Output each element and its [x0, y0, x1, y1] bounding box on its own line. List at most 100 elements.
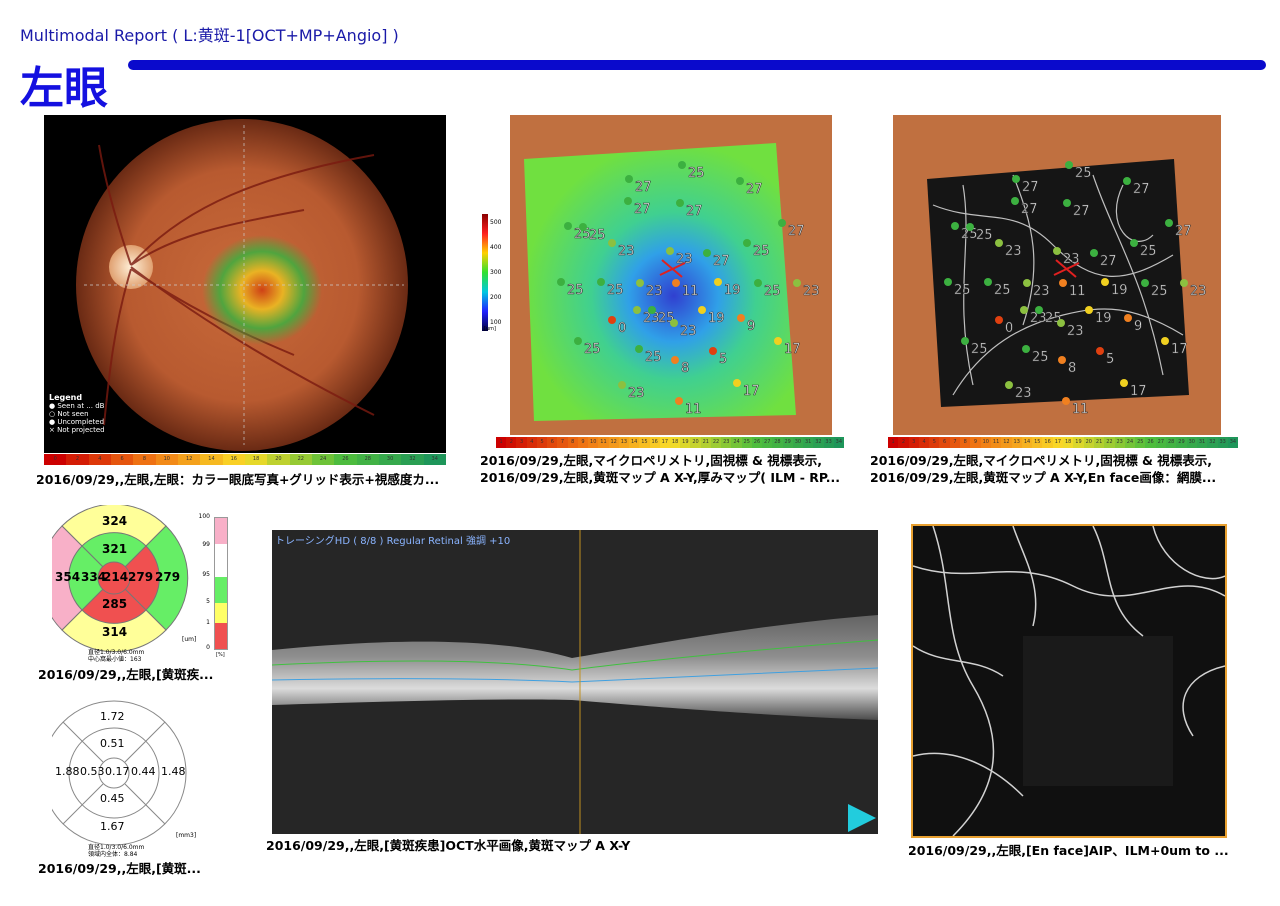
- perimetry-value: 25: [994, 283, 1011, 298]
- perimetry-value: 25: [1151, 284, 1168, 299]
- scale-cell: 1: [496, 437, 507, 448]
- scale-cell: 10: [588, 437, 599, 448]
- fundus-caption: 2016/09/29,,左眼,左眼：カラー眼底写真+グリッド表示+視感度カ...: [36, 472, 440, 487]
- vol-inner-bottom: 0.45: [100, 792, 125, 805]
- scale-cell: 21: [700, 437, 711, 448]
- scale-cell: 24: [731, 437, 742, 448]
- perimetry-value: 27: [634, 202, 651, 217]
- scale-cell: 23: [1114, 437, 1125, 448]
- oct-bscan-panel[interactable]: トレーシングHD ( 8/8 ) Regular Retinal 強調 +10: [272, 530, 878, 834]
- fundus-panel[interactable]: Legend ● Seen at ... dB ○ Not seen ● Unc…: [44, 115, 446, 453]
- scale-cell: 28: [772, 437, 783, 448]
- thickness-etdrs-caption: 2016/09/29,,左眼,[黄斑疾...: [38, 667, 214, 682]
- scale-cell: 8: [960, 437, 971, 448]
- scale-cell: 15: [639, 437, 650, 448]
- scale-cell: 23: [721, 437, 732, 448]
- perimetry-value: 23: [1190, 284, 1207, 299]
- scale-cell: 26: [1145, 437, 1156, 448]
- perimetry-dot: [714, 278, 722, 286]
- scale-cell: 20: [1083, 437, 1094, 448]
- perimetry-dot: [625, 175, 633, 183]
- perimetry-dot: [671, 356, 679, 364]
- perimetry-dot: [778, 219, 786, 227]
- perimetry-scale-bar-2: 1 2 3 4 5 6 7 8 9 10 11 12 13 14 15 16 17 18 19 20 21 22 23 24 2…: [888, 437, 1239, 448]
- perimetry-dot: [608, 316, 616, 324]
- vol-outer-right: 1.48: [161, 765, 186, 778]
- enface-overlay-image: 25 27 27 27 27 25 25 27 25 23 23 27 25 25 23 25 23 11 19 23…: [927, 159, 1207, 417]
- scale-cell: 17: [1052, 437, 1064, 448]
- scale-cell: 2: [506, 437, 517, 448]
- etdrs-thickness-chart: 324 321 354 334 214 279 279 285 314: [39, 503, 232, 655]
- legend-item-seen: ● Seen at ... dB: [49, 402, 105, 410]
- volume-note-2: 領域内全体：8.84: [88, 851, 138, 858]
- vol-center: 0.17: [105, 765, 130, 778]
- scale-cell: 22: [710, 437, 722, 448]
- legend-unit: [%]: [216, 652, 225, 658]
- perimetry-dot: [1090, 249, 1098, 257]
- perimetry-value: 25: [645, 350, 662, 365]
- perimetry-scale-bar-1: 1 2 3 4 5 6 7 8 9 10 11 12 13 14 15 16 17 18 19 20 21 22 23 24 2…: [496, 437, 844, 448]
- perimetry-dot: [1011, 197, 1019, 205]
- perimetry-dot: [1180, 279, 1188, 287]
- scale-cell: 1: [888, 437, 899, 448]
- perimetry-value: 8: [1068, 361, 1076, 376]
- outer-right-value: 279: [155, 570, 181, 584]
- normative-legend: [214, 517, 228, 650]
- perimetry-dot: [743, 239, 751, 247]
- volume-unit: [mm3]: [176, 832, 197, 839]
- scale-cell: 30: [1186, 437, 1197, 448]
- perimetry-dot: [984, 278, 992, 286]
- perimetry-dot: [672, 279, 680, 287]
- perimetry-dot: [675, 397, 683, 405]
- scale-cell: 22: [1104, 437, 1115, 448]
- perimetry-dot: [666, 247, 674, 255]
- perimetry-dot: [1053, 247, 1061, 255]
- scale-cell: 19: [1073, 437, 1084, 448]
- perimetry-dot: [698, 306, 706, 314]
- angio-enface-image: [913, 526, 1225, 836]
- scale-cell: 34: [1227, 437, 1239, 448]
- perimetry-dot: [754, 279, 762, 287]
- eye-label: 左眼: [20, 63, 108, 114]
- scale-cell: 33: [823, 437, 834, 448]
- scale-cell: 31: [803, 437, 814, 448]
- scale-cell: 4: [918, 437, 930, 448]
- scale-cell: 14: [200, 454, 223, 465]
- perimetry-value: 27: [1073, 204, 1090, 219]
- scale-cell: 33: [1217, 437, 1228, 448]
- thickness-map-panel[interactable]: 25 27 27 27 27 25 25 27 25 23 23 27 25 25 23 25 23 11 19 23…: [510, 115, 832, 435]
- enface-overlay-panel[interactable]: 25 27 27 27 27 25 25 27 25 23 23 27 25 25 23 25 23 11 19 23…: [893, 115, 1221, 435]
- legend-item-uncompleted: ● Uncompleted: [49, 418, 105, 426]
- perimetry-dot: [1124, 314, 1132, 322]
- perimetry-value: 23: [803, 284, 820, 299]
- scale-cell: 27: [1155, 437, 1167, 448]
- perimetry-value: 23: [628, 386, 645, 401]
- perimetry-value: 19: [1095, 311, 1112, 326]
- scale-cell: 7: [949, 437, 961, 448]
- oct-overlay-label: トレーシングHD ( 8/8 ) Regular Retinal 強調 +10: [275, 536, 511, 547]
- perimetry-value: 25: [1140, 244, 1157, 259]
- scale-cell: 32: [813, 437, 824, 448]
- perimetry-dot: [944, 278, 952, 286]
- scale-cell: 32: [1207, 437, 1218, 448]
- angio-caption: 2016/09/29,,左眼,[En face]AIP、ILM+0um to .…: [908, 843, 1228, 858]
- scale-cell: 18: [244, 454, 268, 465]
- scale-cell: 12: [1001, 437, 1012, 448]
- scale-cell: 12: [177, 454, 201, 465]
- perimetry-value: 25: [954, 283, 971, 298]
- perimetry-dot: [1023, 279, 1031, 287]
- thickness-map-image: 25 27 27 27 27 25 25 27 25 23 23 27 25 25 23 25 23 11 19 23…: [524, 143, 820, 421]
- perimetry-value: 23: [1005, 244, 1022, 259]
- play-icon[interactable]: [848, 804, 876, 832]
- perimetry-value: 25: [567, 283, 584, 298]
- perimetry-dot: [676, 199, 684, 207]
- perimetry-dot: [1022, 345, 1030, 353]
- scale-cell: 20: [267, 454, 290, 465]
- scale-cell: 3: [908, 437, 919, 448]
- oct-bscan-image: [272, 530, 878, 834]
- angio-enface-panel[interactable]: [911, 524, 1227, 838]
- perimetry-value: 17: [784, 342, 801, 357]
- perimetry-dot: [1085, 306, 1093, 314]
- perimetry-dot: [736, 177, 744, 185]
- colorbar-ticks: 500 400 300 200 100: [490, 219, 502, 326]
